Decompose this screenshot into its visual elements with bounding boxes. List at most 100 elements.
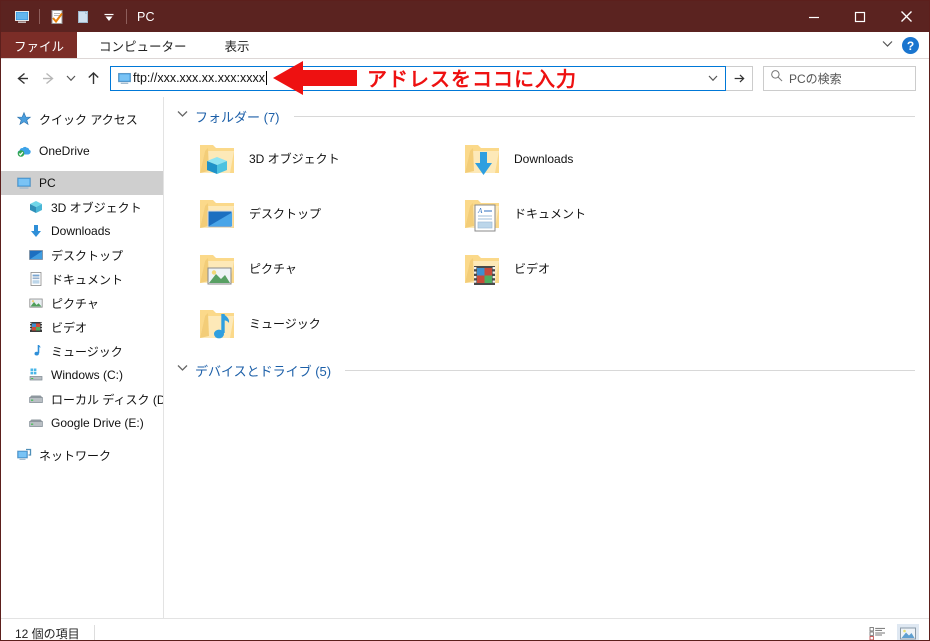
sidebar-item-videos[interactable]: ビデオ	[1, 315, 163, 339]
sidebar-item-documents[interactable]: ドキュメント	[1, 267, 163, 291]
windows-drive-icon	[27, 367, 44, 384]
file-tile-documents[interactable]: A ドキュメント	[449, 186, 714, 241]
file-tile-pictures[interactable]: ピクチャ	[184, 241, 449, 296]
file-tile-videos[interactable]: ビデオ	[449, 241, 714, 296]
sidebar-item-label: PC	[39, 176, 56, 190]
sidebar-item-label: ミュージック	[51, 344, 123, 359]
sidebar-item-label: ビデオ	[51, 320, 88, 335]
svg-text:A: A	[477, 207, 483, 215]
window-controls	[791, 1, 929, 32]
group-header-folders[interactable]: フォルダー (7)	[176, 105, 919, 127]
search-input[interactable]: PCの検索	[789, 70, 842, 87]
this-pc-icon	[111, 71, 133, 86]
go-button[interactable]	[726, 65, 753, 91]
tab-file[interactable]: ファイル	[1, 32, 78, 58]
this-pc-icon	[15, 175, 32, 192]
up-button[interactable]	[80, 65, 106, 91]
title-bar: PC	[1, 1, 929, 32]
file-tile-3d-objects[interactable]: 3D オブジェクト	[184, 131, 449, 186]
navigation-pane: クイック アクセス OneDrive PC 3D オブジェクト Download…	[1, 97, 164, 618]
details-view-button[interactable]	[866, 624, 888, 640]
sidebar-item-windows-c[interactable]: Windows (C:)	[1, 363, 163, 387]
minimize-button[interactable]	[791, 1, 837, 32]
this-pc-icon[interactable]	[9, 5, 35, 29]
sidebar-item-pictures[interactable]: ピクチャ	[1, 291, 163, 315]
customize-quick-access-chevron-icon[interactable]	[96, 5, 122, 29]
file-tile-music[interactable]: ミュージック	[184, 296, 449, 351]
sidebar-item-label: ローカル ディスク (D:)	[51, 392, 164, 407]
ribbon-controls: ?	[881, 32, 925, 59]
address-input[interactable]: ftp://xxx.xxx.xx.xxx:xxxx	[133, 71, 265, 85]
sidebar-item-label: ピクチャ	[51, 296, 99, 311]
sidebar-item-onedrive[interactable]: OneDrive	[1, 139, 163, 163]
file-tile-label: デスクトップ	[249, 207, 322, 221]
ribbon-tab-bar: ファイル コンピューター 表示 ?	[1, 32, 929, 59]
sidebar-item-label: ネットワーク	[39, 448, 112, 463]
sidebar-item-music[interactable]: ミュージック	[1, 339, 163, 363]
sidebar-item-google-drive-e[interactable]: Google Drive (E:)	[1, 411, 163, 435]
status-divider	[93, 625, 95, 640]
sidebar-item-desktop[interactable]: デスクトップ	[1, 243, 163, 267]
close-button[interactable]	[883, 1, 929, 32]
help-icon[interactable]: ?	[902, 37, 919, 54]
search-icon	[770, 69, 783, 87]
large-icons-view-button[interactable]	[897, 623, 919, 640]
address-bar[interactable]: ftp://xxx.xxx.xx.xxx:xxxx	[110, 65, 726, 91]
folder-music-icon	[196, 304, 240, 344]
back-button[interactable]	[9, 65, 35, 91]
sidebar-item-label: ドキュメント	[51, 272, 124, 287]
folder-documents-icon: A	[461, 194, 505, 234]
sidebar-item-local-disk-d[interactable]: ローカル ディスク (D:)	[1, 387, 163, 411]
downloads-icon	[27, 223, 44, 240]
text-caret	[265, 71, 267, 85]
chevron-down-icon[interactable]	[176, 361, 189, 379]
sidebar-item-label: 3D オブジェクト	[51, 200, 142, 215]
recent-locations-chevron-icon[interactable]	[61, 65, 80, 91]
group-title: デバイスとドライブ (5)	[195, 363, 332, 379]
properties-icon[interactable]	[44, 5, 70, 29]
local-disk-icon	[27, 415, 44, 432]
sidebar-item-network[interactable]: ネットワーク	[1, 443, 163, 467]
sidebar-item-3d-objects[interactable]: 3D オブジェクト	[1, 195, 163, 219]
folder-tiles: 3D オブジェクト Downloads デスクトップ A ドキュメント ピクチャ…	[184, 131, 919, 351]
qat-divider-2	[126, 9, 127, 24]
tab-view[interactable]: 表示	[209, 32, 266, 58]
explorer-window: PC ファイル コンピューター 表示 ? ftp://xxx.xxx.xx.xx…	[0, 0, 930, 641]
navigation-bar: ftp://xxx.xxx.xx.xxx:xxxx PCの検索	[1, 59, 929, 97]
group-divider	[293, 115, 915, 117]
forward-button[interactable]	[35, 65, 61, 91]
chevron-down-icon[interactable]	[881, 37, 894, 55]
maximize-button[interactable]	[837, 1, 883, 32]
star-icon	[15, 111, 32, 128]
status-bar: 12 個の項目	[1, 618, 929, 640]
file-tile-label: ピクチャ	[249, 262, 297, 276]
sidebar-item-downloads[interactable]: Downloads	[1, 219, 163, 243]
videos-icon	[27, 319, 44, 336]
search-box[interactable]: PCの検索	[763, 65, 916, 91]
quick-access-toolbar: PC	[1, 5, 155, 29]
folder-videos-icon	[461, 249, 505, 289]
qat-divider-1	[39, 9, 40, 24]
file-tile-label: 3D オブジェクト	[249, 152, 340, 166]
sidebar-item-pc[interactable]: PC	[1, 171, 163, 195]
sidebar-item-label: Windows (C:)	[51, 368, 124, 382]
sidebar-item-label: デスクトップ	[51, 248, 124, 263]
window-title: PC	[137, 9, 155, 24]
file-tile-desktop[interactable]: デスクトップ	[184, 186, 449, 241]
desktop-icon	[27, 247, 44, 264]
pictures-icon	[27, 295, 44, 312]
chevron-down-icon[interactable]	[176, 107, 189, 125]
new-folder-icon[interactable]	[70, 5, 96, 29]
sidebar-item-quick-access[interactable]: クイック アクセス	[1, 107, 163, 131]
file-tile-downloads[interactable]: Downloads	[449, 131, 714, 186]
file-list-pane[interactable]: フォルダー (7) 3D オブジェクト Downloads デスクトップ A ド…	[164, 97, 929, 618]
sidebar-item-label: OneDrive	[39, 144, 90, 158]
folder-desktop-icon	[196, 194, 240, 234]
group-header-devices[interactable]: デバイスとドライブ (5)	[176, 359, 919, 381]
sidebar-item-label: Downloads	[51, 224, 111, 238]
address-dropdown-chevron-icon[interactable]	[701, 67, 725, 90]
tab-computer[interactable]: コンピューター	[83, 32, 203, 58]
folder-downloads-icon	[461, 139, 505, 179]
